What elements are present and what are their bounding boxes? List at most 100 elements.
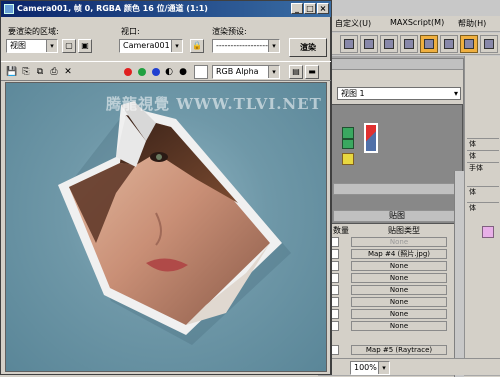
channel-dropdown[interactable]: RGB Alpha ▾	[212, 65, 280, 79]
sample-active-material[interactable]	[364, 123, 378, 153]
zoom-dropdown[interactable]: 100% ▾	[350, 361, 390, 375]
menu-item-customize[interactable]: 自定义(U)	[335, 18, 371, 29]
viewport-label: 视口:	[121, 27, 140, 36]
map-slot-button[interactable]: Map #4 (照片.jpg)	[351, 249, 447, 259]
rollout-header[interactable]	[333, 183, 461, 195]
status-bar: 100% ▾	[318, 358, 500, 375]
map-row: Map #5 (Raytrace)	[329, 345, 459, 356]
print-icon[interactable]: ⎙	[48, 66, 60, 78]
chevron-down-icon: ▾	[171, 40, 182, 52]
toolbar-button[interactable]	[440, 35, 458, 53]
copy-icon[interactable]: ⎘	[20, 66, 32, 78]
map-row: None	[329, 321, 459, 332]
area-label: 要渲染的区域:	[8, 27, 59, 36]
color-swatch[interactable]	[194, 65, 208, 79]
map-slot-button[interactable]: None	[351, 273, 447, 283]
window-titlebar[interactable]: Camera001, 帧 0, RGBA 颜色 16 位/通道 (1:1) _ …	[1, 1, 331, 17]
render-window-icon	[4, 4, 14, 14]
viewport-dropdown[interactable]: Camera001 ▾	[119, 39, 183, 53]
toolbar-button[interactable]	[380, 35, 398, 53]
map-row: None	[329, 309, 459, 320]
blue-channel-toggle[interactable]	[152, 68, 160, 76]
material-editor-scrollbar[interactable]	[454, 171, 464, 377]
auto-region-button[interactable]: ▣	[78, 39, 92, 53]
chevron-down-icon: ▾	[268, 40, 279, 52]
green-channel-toggle[interactable]	[138, 68, 146, 76]
command-panel-item[interactable]: 体	[467, 138, 499, 149]
main-toolbar	[318, 33, 500, 55]
chevron-down-icon: ▾	[46, 40, 57, 52]
map-table-header: 数量 贴图类型	[333, 225, 459, 237]
material-preview-slots[interactable]	[331, 104, 463, 224]
toolbar-button[interactable]	[400, 35, 418, 53]
color-swatch[interactable]	[482, 226, 494, 238]
material-view-dropdown[interactable]: 视图 1	[337, 87, 461, 100]
menu-item-maxscript[interactable]: MAXScript(M)	[390, 18, 444, 27]
lock-viewport-icon[interactable]: 🔒	[190, 39, 204, 53]
command-panel-item[interactable]: 体	[467, 202, 499, 213]
map-row: Map #4 (照片.jpg)	[329, 249, 459, 260]
channel-value: RGB Alpha	[216, 67, 259, 76]
command-panel-item[interactable]: 体	[467, 150, 499, 161]
render-frame-window: Camera001, 帧 0, RGBA 颜色 16 位/通道 (1:1) _ …	[0, 0, 332, 375]
edit-region-button[interactable]: ▢	[62, 39, 76, 53]
chevron-down-icon: ▾	[268, 66, 279, 78]
map-row: None	[329, 261, 459, 272]
rendered-image	[58, 101, 291, 345]
command-panel-item[interactable]: 手体	[467, 162, 499, 173]
render-button[interactable]: 渲染	[289, 38, 327, 57]
minimize-button[interactable]: _	[291, 3, 303, 14]
map-slot-button[interactable]: None	[351, 321, 447, 331]
material-editor-titlebar	[319, 59, 463, 70]
sample-green-2[interactable]	[342, 139, 354, 149]
toolbar-button[interactable]	[360, 35, 378, 53]
sample-yellow[interactable]	[342, 153, 354, 165]
map-slot-button[interactable]: None	[351, 309, 447, 319]
map-slot-button[interactable]: None	[351, 237, 447, 247]
red-channel-toggle[interactable]	[124, 68, 132, 76]
col-map-type: 贴图类型	[388, 226, 420, 235]
map-row: None	[329, 273, 459, 284]
alpha-channel-icon[interactable]: ◐	[163, 66, 175, 78]
preset-value: -------------------	[216, 41, 271, 50]
command-panel-item[interactable]: 体	[467, 186, 499, 197]
clone-icon[interactable]: ⧉	[34, 66, 46, 78]
render-setup-button[interactable]	[460, 35, 478, 53]
viewport-value: Camera001	[123, 41, 170, 50]
map-slot-button[interactable]: Map #5 (Raytrace)	[351, 345, 447, 355]
window-title: Camera001, 帧 0, RGBA 颜色 16 位/通道 (1:1)	[17, 4, 208, 13]
monochrome-icon[interactable]: ●	[177, 66, 189, 78]
display-icon[interactable]: ▤	[289, 65, 303, 79]
map-slot-button[interactable]: None	[351, 261, 447, 271]
menu-bar: 自定义(U) MAXScript(M) 帮助(H)	[318, 16, 500, 32]
sample-green[interactable]	[342, 127, 354, 139]
preset-label: 渲染预设:	[212, 27, 247, 36]
map-row: None	[329, 285, 459, 296]
command-panel: 体 体 手体 体 体	[464, 56, 500, 375]
close-button[interactable]: ×	[317, 3, 329, 14]
zoom-value: 100%	[354, 363, 377, 372]
save-icon[interactable]: 💾	[6, 66, 18, 78]
toggle-ui-icon[interactable]: ▬	[305, 65, 319, 79]
menu-item-help[interactable]: 帮助(H)	[458, 18, 486, 29]
area-value: 视图	[10, 41, 26, 50]
map-slot-button[interactable]: None	[351, 297, 447, 307]
toolbar-button[interactable]	[340, 35, 358, 53]
rollout-map[interactable]: 贴图	[333, 210, 461, 222]
chevron-down-icon: ▾	[378, 362, 389, 374]
material-editor-button[interactable]	[420, 35, 438, 53]
watermark-text: 腾龍視覺 WWW.TLVI.NET	[106, 95, 322, 113]
clear-icon[interactable]: ✕	[62, 66, 74, 78]
map-row: None	[329, 297, 459, 308]
area-dropdown[interactable]: 视图 ▾	[6, 39, 58, 53]
map-row: None	[329, 237, 459, 248]
map-slot-button[interactable]: None	[351, 285, 447, 295]
material-editor: 视图 1 贴图 数量 贴图类型 None Map #4 (照片.jpg) Non…	[318, 58, 464, 377]
render-options-row: 要渲染的区域: 视图 ▾ ▢ ▣ 视口: Camera001 ▾ 🔒 渲染预设:…	[1, 18, 331, 58]
render-canvas[interactable]: 腾龍視覺 WWW.TLVI.NET	[5, 82, 327, 372]
render-button-icon[interactable]	[480, 35, 498, 53]
frame-toolbar: 💾 ⎘ ⧉ ⎙ ✕ ◐ ● RGB Alpha ▾ ▤ ▬	[1, 61, 331, 81]
col-amount: 数量	[333, 226, 349, 235]
preset-dropdown[interactable]: ------------------- ▾	[212, 39, 280, 53]
maximize-button[interactable]: □	[304, 3, 316, 14]
